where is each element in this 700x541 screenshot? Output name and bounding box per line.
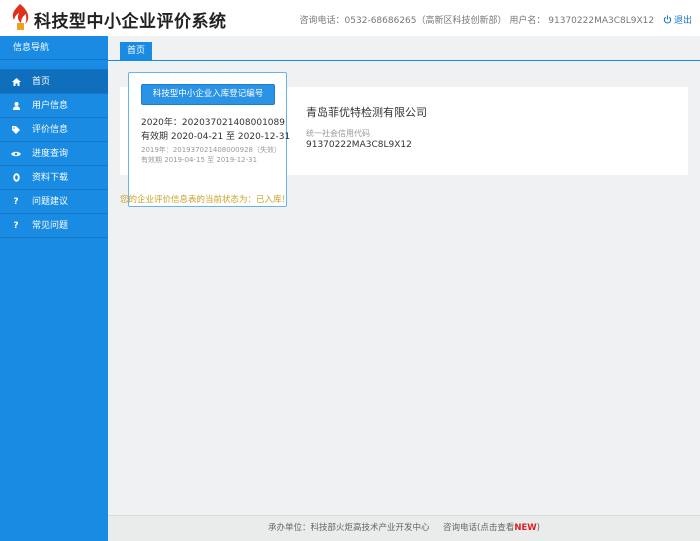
sidebar-heading: 信息导航 <box>0 36 108 60</box>
sidebar-item-label: 进度查询 <box>32 148 69 159</box>
header-info: 咨询电话：0532-68686265（高新区科技创新部） 用户名： 913702… <box>300 13 692 26</box>
old-validity: 有效期 2019-04-15 至 2019-12-31 <box>141 156 258 164</box>
tag-icon <box>10 125 22 134</box>
contact-info: 咨询电话：0532-68686265（高新区科技创新部） <box>299 16 507 26</box>
torch-logo-icon <box>12 4 29 30</box>
download-icon <box>10 173 22 182</box>
user-icon <box>10 101 22 110</box>
sidebar-item-progress[interactable]: 进度查询 <box>0 142 108 166</box>
app-title: 科技型中小企业评价系统 <box>34 12 227 32</box>
registration-number-button[interactable]: 科技型中小企业入库登记编号 <box>141 84 275 105</box>
footer-hotline-close: ) <box>536 523 540 533</box>
credit-code-label: 统一社会信用代码 <box>306 129 370 138</box>
sidebar-item-label: 常见问题 <box>32 220 69 231</box>
sidebar-item-label: 评价信息 <box>32 124 69 135</box>
sidebar-item-suggestions[interactable]: ? 问题建议 <box>0 190 108 214</box>
registration-box: 科技型中小企业入库登记编号 2020年：202037021408001089 有… <box>128 72 291 207</box>
tab-home[interactable]: 首页 <box>120 42 153 61</box>
power-icon <box>663 15 672 24</box>
current-registration-number: 2020年：202037021408001089 <box>141 118 285 128</box>
sidebar-item-evaluation[interactable]: 评价信息 <box>0 118 108 142</box>
credit-code-value: 91370222MA3C8L9X12 <box>306 140 412 150</box>
current-validity: 有效期 2020-04-21 至 2020-12-31 <box>141 132 291 142</box>
footer-organizer: 承办单位：科技部火炬高技术产业开发中心 <box>268 523 430 533</box>
sidebar-item-home[interactable]: 首页 <box>0 70 108 94</box>
new-badge: NEW <box>514 523 537 533</box>
status-message: 您的企业评价信息表的当前状态为：已入库！ <box>120 195 291 205</box>
main-content: 首页 科技型中小企业入库登记编号 2020年：20203702140800108… <box>108 36 700 515</box>
eye-icon <box>10 151 22 157</box>
sidebar-item-downloads[interactable]: 资料下载 <box>0 166 108 190</box>
sidebar-item-label: 首页 <box>32 76 51 87</box>
sidebar-item-user-info[interactable]: 用户信息 <box>0 94 108 118</box>
footer-hotline-label: 咨询电话(点击查看 <box>443 523 515 533</box>
sidebar-item-label: 资料下载 <box>32 172 69 183</box>
footer: 承办单位：科技部火炬高技术产业开发中心 咨询电话(点击查看NEW) <box>108 515 700 541</box>
logout-label: 退出 <box>673 16 692 26</box>
sidebar-item-label: 问题建议 <box>32 196 69 207</box>
old-registration-number: 2019年：201937021408000928（失效） <box>141 146 281 154</box>
company-name: 青岛菲优特检测有限公司 <box>306 106 427 119</box>
question-icon: ? <box>13 196 19 207</box>
sidebar: 信息导航 首页 用户信息 评价信息 进度查询 资料下载 ? 问题建议 ? 常见问… <box>0 36 108 541</box>
username-label: 用户名： <box>509 16 546 26</box>
username-value: 91370222MA3C8L9X12 <box>548 16 655 26</box>
footer-hotline-link[interactable]: 咨询电话(点击查看NEW) <box>443 523 540 533</box>
sidebar-gap <box>0 60 108 70</box>
header: 科技型中小企业评价系统 咨询电话：0532-68686265（高新区科技创新部）… <box>0 0 700 36</box>
question-icon: ? <box>13 220 19 231</box>
sidebar-item-faq[interactable]: ? 常见问题 <box>0 214 108 238</box>
logout-link[interactable]: 退出 <box>663 15 692 26</box>
home-icon <box>10 77 22 86</box>
tab-bar: 首页 <box>108 36 700 61</box>
sidebar-item-label: 用户信息 <box>32 100 69 111</box>
